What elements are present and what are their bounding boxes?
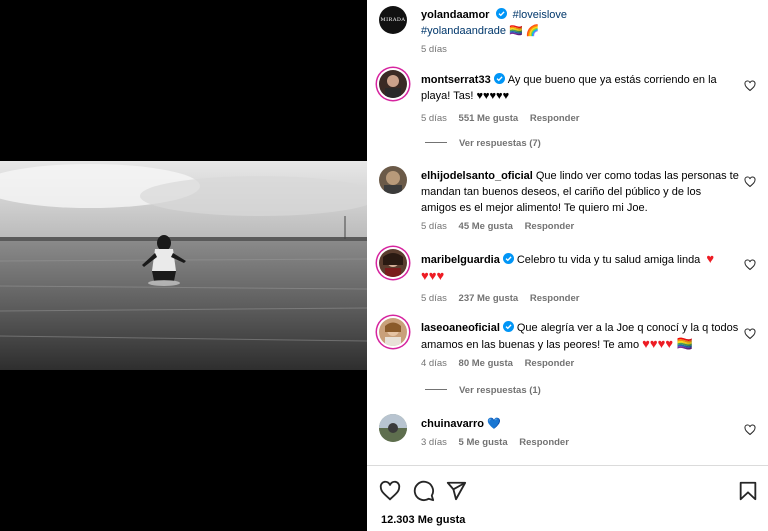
comment-bubble-icon[interactable] bbox=[413, 480, 435, 502]
caption-time[interactable]: 5 días bbox=[421, 44, 447, 55]
commenter-avatar[interactable] bbox=[379, 70, 407, 98]
comment-hearts: ♥♥♥♥ 🏳️‍🌈 bbox=[642, 336, 693, 351]
comment-username[interactable]: maribelguardia bbox=[421, 254, 500, 266]
comments-list[interactable]: MIRADA yolandaamor #loveislove #yolandaa… bbox=[367, 0, 768, 466]
save-bookmark-icon[interactable] bbox=[737, 480, 759, 502]
reply-button[interactable]: Responder bbox=[525, 221, 575, 232]
hashtag-loveislove[interactable]: #loveislove bbox=[513, 9, 567, 21]
comment-time[interactable]: 4 días bbox=[421, 358, 447, 369]
avatar-photo bbox=[383, 253, 403, 277]
commenter-avatar[interactable] bbox=[379, 249, 407, 277]
comment-likes[interactable]: 80 Me gusta bbox=[459, 358, 513, 369]
view-replies-button[interactable]: Ver respuestas (7) bbox=[425, 138, 541, 149]
author-username[interactable]: yolandaamor bbox=[421, 9, 489, 21]
verified-badge-icon bbox=[493, 73, 505, 84]
post-media bbox=[0, 0, 367, 531]
like-comment-heart-icon[interactable] bbox=[744, 176, 756, 188]
post-actions-bar bbox=[379, 480, 759, 502]
avatar-photo bbox=[385, 322, 401, 346]
comment-time[interactable]: 5 días bbox=[421, 293, 447, 304]
hashtag-yolandaandrade[interactable]: #yolandaandrade bbox=[421, 25, 506, 37]
comments-panel: MIRADA yolandaamor #loveislove #yolandaa… bbox=[367, 0, 768, 531]
reply-button[interactable]: Responder bbox=[525, 358, 575, 369]
comment-username[interactable]: elhijodelsanto_oficial bbox=[421, 170, 533, 182]
avatar-photo bbox=[384, 171, 402, 194]
comment-text: 💙 bbox=[486, 418, 501, 430]
caption-emoji: 🏳️‍🌈 🌈 bbox=[509, 25, 540, 37]
comment-likes[interactable]: 5 Me gusta bbox=[459, 437, 508, 448]
comment-username[interactable]: laseoaneoficial bbox=[421, 322, 500, 334]
like-comment-heart-icon[interactable] bbox=[744, 328, 756, 340]
commenter-avatar[interactable] bbox=[379, 414, 407, 442]
comment-likes[interactable]: 551 Me gusta bbox=[459, 113, 519, 124]
avatar-photo bbox=[379, 414, 407, 442]
verified-badge-icon bbox=[502, 321, 514, 332]
share-paper-plane-icon[interactable] bbox=[445, 480, 467, 502]
like-heart-icon[interactable] bbox=[379, 480, 401, 502]
comment-likes[interactable]: 237 Me gusta bbox=[459, 293, 519, 304]
comment-time[interactable]: 3 días bbox=[421, 437, 447, 448]
commenter-avatar[interactable] bbox=[379, 318, 407, 346]
post-likes-count[interactable]: 12.303 Me gusta bbox=[381, 514, 465, 526]
avatar-photo bbox=[385, 75, 401, 98]
verified-badge-icon bbox=[495, 8, 507, 19]
post-photo[interactable] bbox=[0, 161, 367, 370]
reply-button[interactable]: Responder bbox=[519, 437, 569, 448]
author-avatar-text: MIRADA bbox=[380, 17, 406, 23]
comment-text: Celebro tu vida y tu salud amiga linda bbox=[516, 254, 701, 266]
comment-username[interactable]: montserrat33 bbox=[421, 74, 491, 86]
verified-badge-icon bbox=[502, 253, 514, 264]
reply-button[interactable]: Responder bbox=[530, 113, 580, 124]
comment-likes[interactable]: 45 Me gusta bbox=[459, 221, 513, 232]
like-comment-heart-icon[interactable] bbox=[744, 424, 756, 436]
like-comment-heart-icon[interactable] bbox=[744, 80, 756, 92]
like-comment-heart-icon[interactable] bbox=[744, 259, 756, 271]
author-avatar[interactable]: MIRADA bbox=[379, 6, 407, 34]
comment-time[interactable]: 5 días bbox=[421, 113, 447, 124]
beach-photo-image bbox=[0, 161, 367, 370]
view-replies-button[interactable]: Ver respuestas (1) bbox=[425, 385, 541, 396]
commenter-avatar[interactable] bbox=[379, 166, 407, 194]
comment-time[interactable]: 5 días bbox=[421, 221, 447, 232]
comment-username[interactable]: chuinavarro bbox=[421, 418, 484, 430]
reply-button[interactable]: Responder bbox=[530, 293, 580, 304]
